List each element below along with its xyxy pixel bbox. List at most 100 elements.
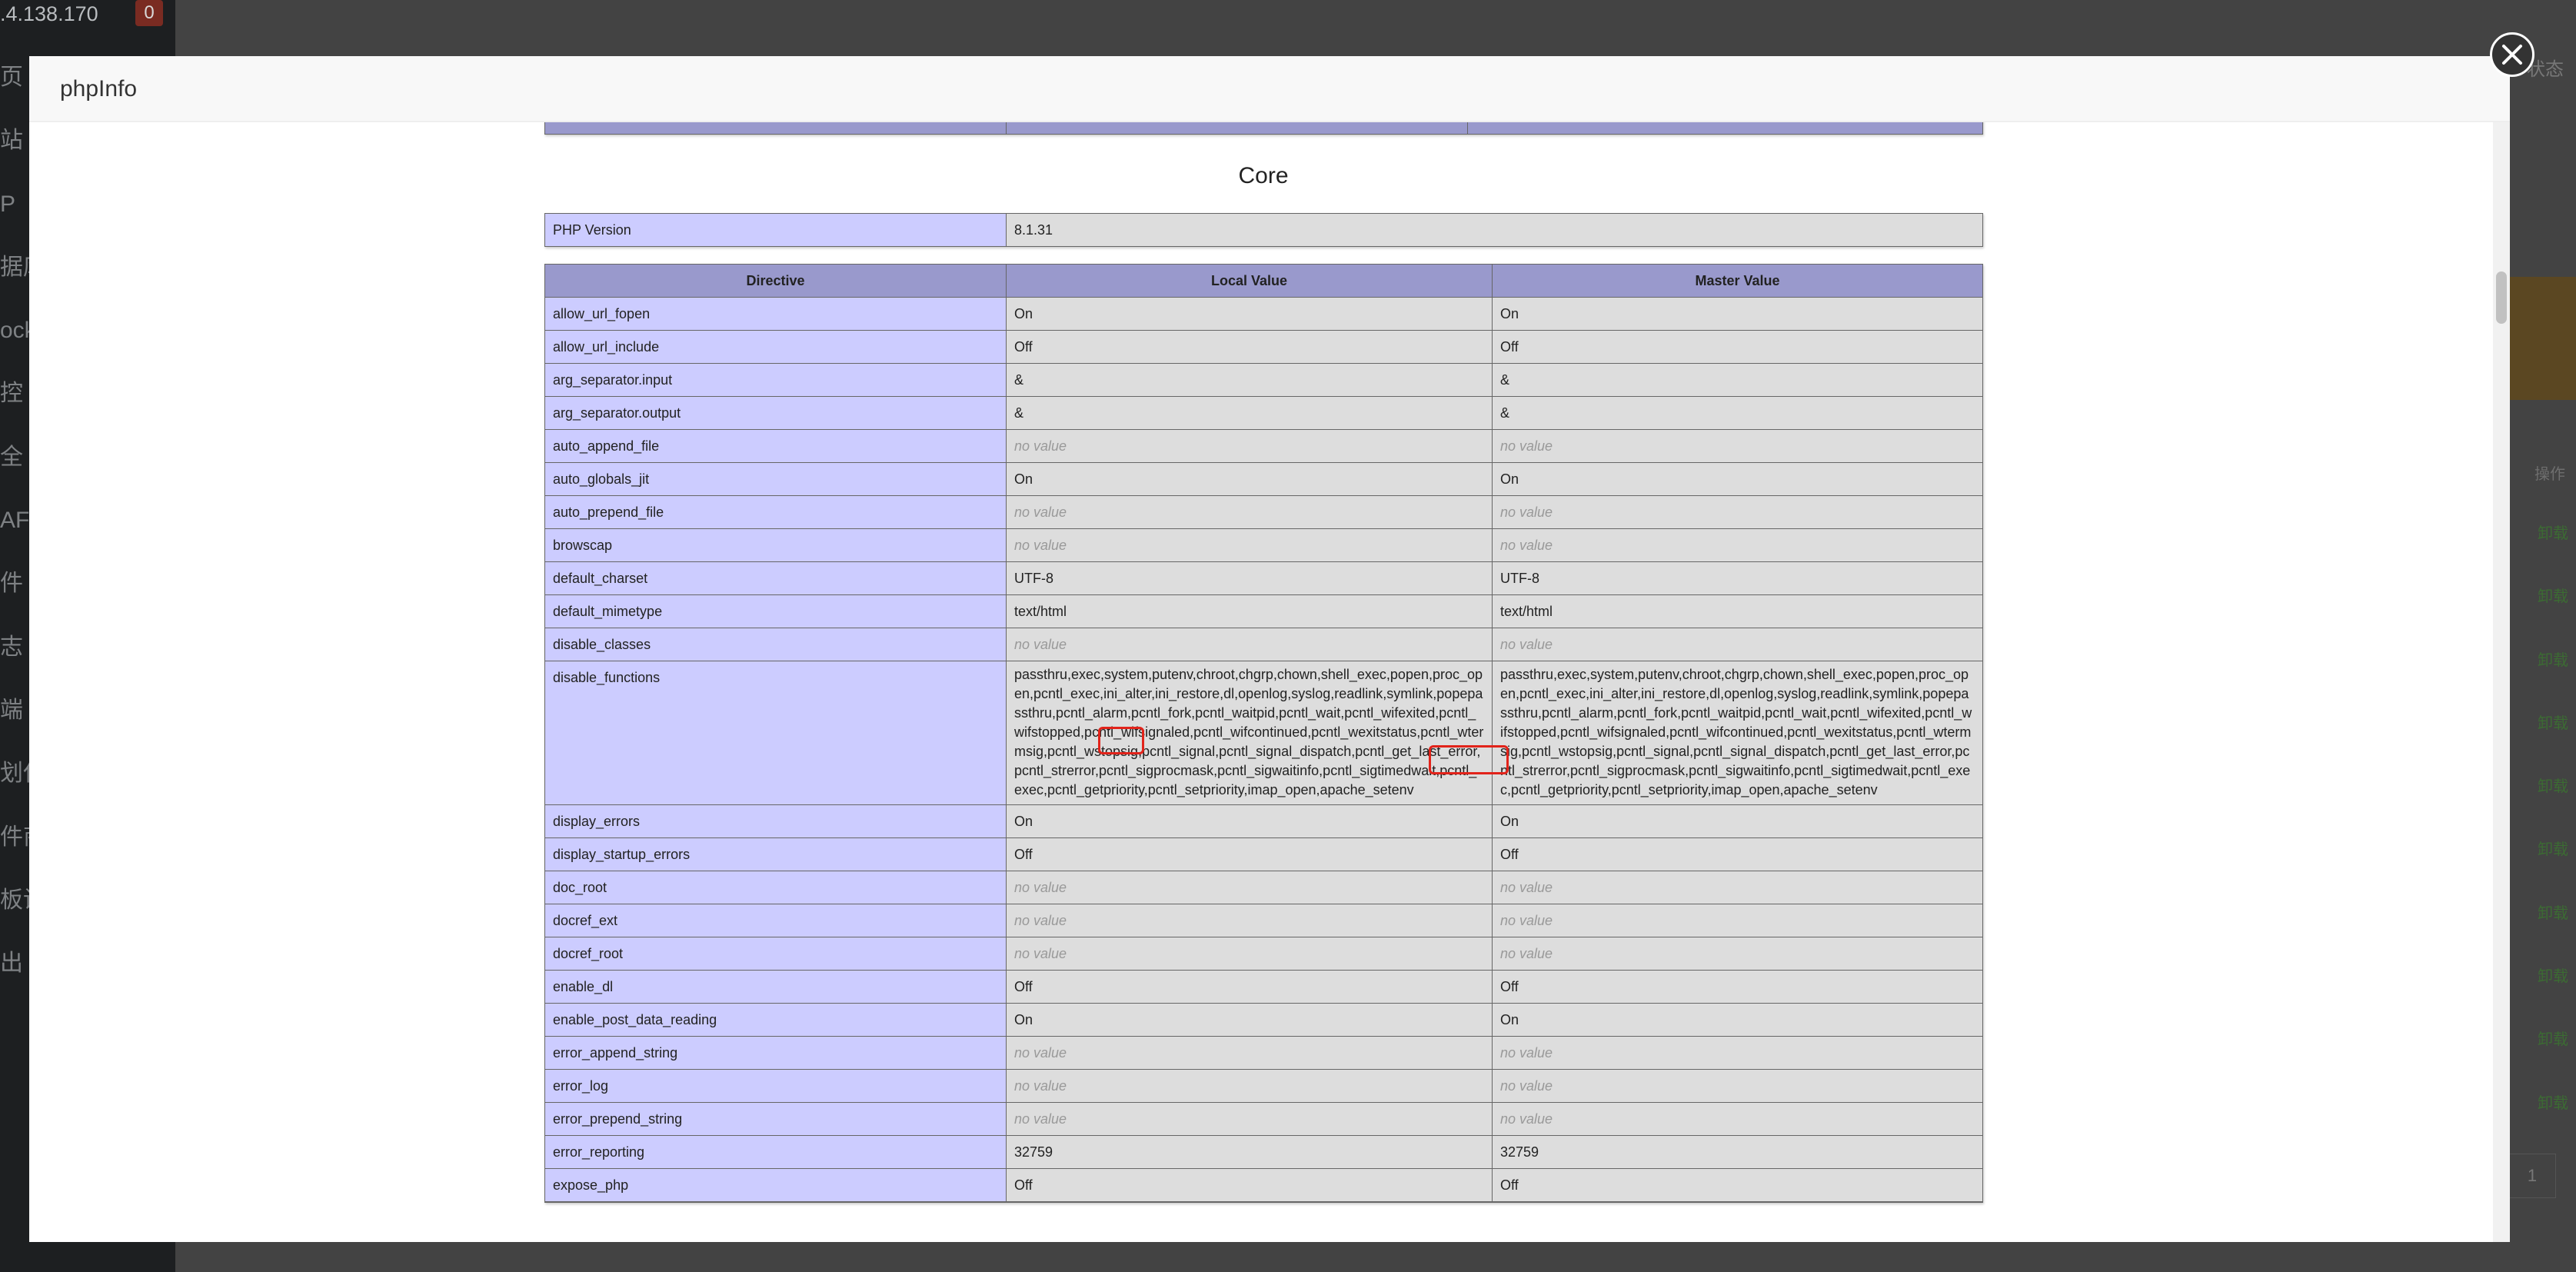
master-value: no value (1492, 1102, 1983, 1136)
directive-name: arg_separator.input (544, 363, 1007, 397)
table-row: arg_separator.input & & (544, 363, 1983, 397)
master-value: no value (1492, 1069, 1983, 1103)
local-value: On (1006, 297, 1493, 331)
local-value: no value (1006, 1102, 1493, 1136)
directive-name: auto_globals_jit (544, 462, 1007, 496)
master-value: Off (1492, 970, 1983, 1004)
master-value: UTF-8 (1492, 561, 1983, 595)
uninstall-link: 卸载 (2538, 525, 2568, 542)
local-value: Off (1006, 330, 1493, 364)
master-value: no value (1492, 429, 1983, 463)
local-value: no value (1006, 937, 1493, 971)
local-value: text/html (1006, 594, 1493, 628)
table-row: disable_classes no value no value (544, 628, 1983, 661)
master-value (1492, 1201, 1983, 1203)
table-row: disable_functions passthru,exec,system,pu… (544, 661, 1983, 805)
background-page-number: 1 (2508, 1154, 2556, 1198)
header-directive: Directive (544, 122, 1007, 135)
master-value: no value (1492, 495, 1983, 529)
table-row: docref_root no value no value (544, 937, 1983, 971)
master-value: no value (1492, 904, 1983, 937)
master-value: text/html (1492, 594, 1983, 628)
local-value: On (1006, 1003, 1493, 1037)
directive-name: docref_ext (544, 904, 1007, 937)
table-row: error_prepend_string no value no value (544, 1102, 1983, 1136)
php-version-row: PHP Version 8.1.31 (544, 213, 1983, 247)
local-value: no value (1006, 1069, 1493, 1103)
directive-name: default_mimetype (544, 594, 1007, 628)
table-row: docref_ext no value no value (544, 904, 1983, 937)
table-row: expose_php Off Off (544, 1168, 1983, 1202)
master-value: no value (1492, 628, 1983, 661)
uninstall-link: 卸载 (2538, 1094, 2568, 1112)
local-value: UTF-8 (1006, 561, 1493, 595)
directive-name: display_startup_errors (544, 837, 1007, 871)
local-value: no value (1006, 904, 1493, 937)
table-row: allow_url_fopen On On (544, 297, 1983, 331)
master-value: On (1492, 1003, 1983, 1037)
php-version-table: PHP Version 8.1.31 (544, 213, 1983, 247)
local-value: 32759 (1006, 1135, 1493, 1169)
master-value: Off (1492, 1168, 1983, 1202)
directive-name: expose_php (544, 1168, 1007, 1202)
table-row: default_mimetype text/html text/html (544, 594, 1983, 628)
uninstall-link: 卸载 (2538, 1031, 2568, 1049)
master-value: 32759 (1492, 1135, 1983, 1169)
master-value: On (1492, 462, 1983, 496)
table-row: auto_globals_jit On On (544, 462, 1983, 496)
modal-body: Directive Local Value Master Value Core … (29, 122, 2510, 1242)
local-value: no value (1006, 528, 1493, 562)
local-value: On (1006, 462, 1493, 496)
table-row: doc_root no value no value (544, 871, 1983, 904)
master-value: Off (1492, 330, 1983, 364)
table-row: error_log no value no value (544, 1069, 1983, 1103)
local-value: no value (1006, 429, 1493, 463)
local-value: no value (1006, 1036, 1493, 1070)
table-row: arg_separator.output & & (544, 396, 1983, 430)
modal-header: phpInfo (29, 56, 2510, 122)
table-row: auto_append_file no value no value (544, 429, 1983, 463)
table-row: default_charset UTF-8 UTF-8 (544, 561, 1983, 595)
local-value: no value (1006, 495, 1493, 529)
local-value: no value (1006, 628, 1493, 661)
header-local-value: Local Value (1006, 264, 1493, 298)
local-value: Off (1006, 970, 1493, 1004)
table-row: display_startup_errors Off Off (544, 837, 1983, 871)
uninstall-link: 卸载 (2538, 968, 2568, 986)
uninstall-link: 卸载 (2538, 778, 2568, 796)
close-icon (2502, 45, 2522, 65)
header-local-value: Local Value (1006, 122, 1468, 135)
core-directive-table: Directive Local Value Master Value allow… (544, 264, 1983, 1203)
notification-badge: 0 (135, 0, 163, 26)
close-modal-button[interactable] (2490, 32, 2534, 77)
master-value: Off (1492, 837, 1983, 871)
table-row: enable_dl Off Off (544, 970, 1983, 1004)
master-value: no value (1492, 937, 1983, 971)
master-value: & (1492, 396, 1983, 430)
section-title: Core (1238, 163, 1289, 188)
uninstall-link: 卸载 (2538, 588, 2568, 606)
header-directive: Directive (544, 264, 1007, 298)
directive-name: disable_functions (544, 661, 1007, 805)
server-ip: .4.138.170 (0, 2, 98, 25)
header-master-value: Master Value (1492, 264, 1983, 298)
local-value: & (1006, 396, 1493, 430)
table-row: display_errors On On (544, 804, 1983, 838)
directive-name: default_charset (544, 561, 1007, 595)
background-banner (2510, 277, 2576, 400)
uninstall-link: 卸载 (2538, 904, 2568, 922)
core-section: Core PHP Version 8.1.31 Directive Local … (544, 145, 1983, 1203)
master-value: On (1492, 804, 1983, 838)
modal-title: phpInfo (60, 76, 138, 102)
directive-name: disable_classes (544, 628, 1007, 661)
directive-name: enable_post_data_reading (544, 1003, 1007, 1037)
table-row: enable_post_data_reading On On (544, 1003, 1983, 1037)
previous-directive-table: Directive Local Value Master Value (544, 122, 1983, 135)
local-value: Off (1006, 837, 1493, 871)
local-value: On (1006, 804, 1493, 838)
directive-name: allow_url_fopen (544, 297, 1007, 331)
directive-name: error_log (544, 1069, 1007, 1103)
uninstall-link: 卸载 (2538, 651, 2568, 669)
directive-name: browscap (544, 528, 1007, 562)
header-master-value: Master Value (1467, 122, 1983, 135)
